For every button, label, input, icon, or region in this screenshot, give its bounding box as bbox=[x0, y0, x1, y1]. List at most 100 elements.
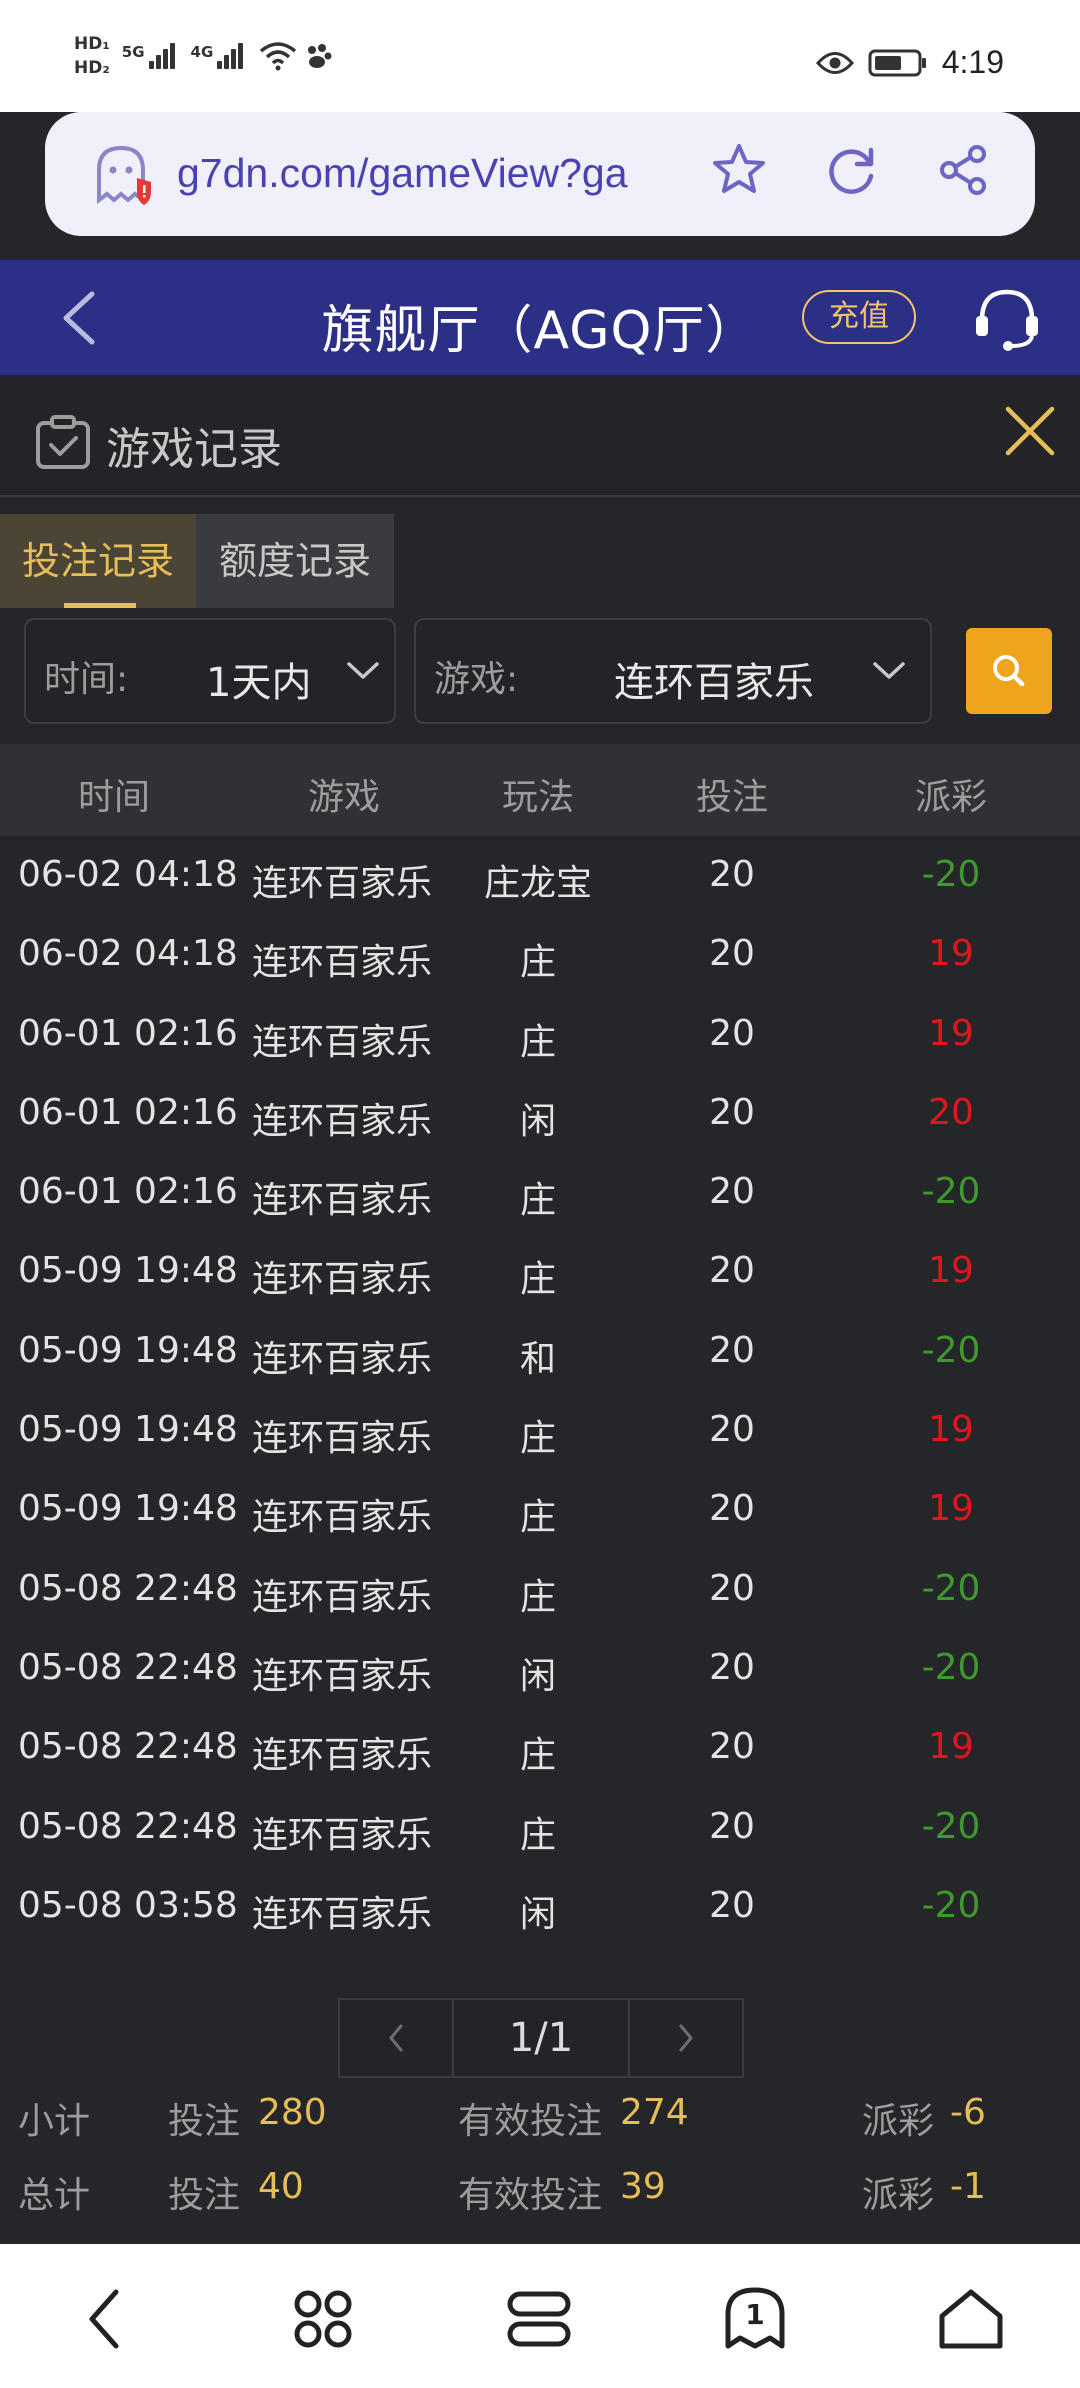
cell-play: 和 bbox=[519, 1338, 557, 1380]
cell-play: 庄 bbox=[519, 1497, 557, 1539]
battery-icon bbox=[868, 49, 926, 76]
search-button[interactable] bbox=[966, 628, 1052, 714]
cell-payout: -20 bbox=[921, 1646, 981, 1688]
star-icon[interactable] bbox=[709, 140, 769, 200]
game-filter-label: 游戏: bbox=[434, 659, 519, 700]
table-row: 05-08 22:48 连环百家乐 庄 20 -20 bbox=[0, 1550, 1080, 1629]
cell-game: 连环百家乐 bbox=[252, 1100, 433, 1142]
cell-time: 06-01 02:16 bbox=[18, 1012, 238, 1054]
nav-apps-icon[interactable] bbox=[288, 2284, 358, 2354]
cell-payout: 19 bbox=[928, 1726, 974, 1768]
table-row: 05-08 22:48 连环百家乐 闲 20 -20 bbox=[0, 1629, 1080, 1708]
paw-icon bbox=[308, 44, 332, 68]
cell-payout: 19 bbox=[928, 1012, 974, 1054]
column-bet: 投注 bbox=[696, 777, 769, 818]
status-bar: HD₁ HD₂ 5G 4G 4:19 bbox=[0, 0, 1080, 112]
total-bet-label: 投注 bbox=[168, 2175, 241, 2216]
table-row: 06-02 04:18 连环百家乐 庄龙宝 20 -20 bbox=[0, 836, 1080, 915]
cell-payout: 19 bbox=[928, 933, 974, 975]
table-row: 05-08 22:48 连环百家乐 庄 20 -20 bbox=[0, 1788, 1080, 1867]
cell-payout: 19 bbox=[928, 1488, 974, 1530]
cell-time: 05-08 22:48 bbox=[18, 1726, 238, 1768]
wifi-icon bbox=[260, 42, 297, 71]
cell-game: 连环百家乐 bbox=[252, 1338, 433, 1380]
close-icon[interactable] bbox=[1000, 401, 1060, 461]
nav-home-icon[interactable] bbox=[936, 2284, 1006, 2354]
table-row: 06-01 02:16 连环百家乐 庄 20 -20 bbox=[0, 1153, 1080, 1232]
cell-time: 05-09 19:48 bbox=[18, 1250, 238, 1292]
cell-play: 庄 bbox=[519, 1814, 557, 1856]
tab-count: 1 bbox=[745, 2298, 765, 2331]
cell-game: 连环百家乐 bbox=[252, 1735, 433, 1777]
tab-bet-records[interactable]: 投注记录 bbox=[0, 514, 196, 608]
cell-game: 连环百家乐 bbox=[252, 942, 433, 984]
next-page-button[interactable] bbox=[628, 1998, 744, 2078]
chevron-down-icon bbox=[873, 662, 905, 679]
signal-5g-icon: 5G bbox=[122, 43, 175, 69]
table-row: 06-01 02:16 连环百家乐 闲 20 20 bbox=[0, 1074, 1080, 1153]
net2-label: 4G bbox=[190, 43, 214, 61]
cell-bet: 20 bbox=[709, 1567, 755, 1609]
column-time: 时间 bbox=[78, 777, 151, 818]
table-row: 05-08 22:48 连环百家乐 庄 20 19 bbox=[0, 1708, 1080, 1787]
column-game: 游戏 bbox=[308, 777, 381, 818]
table-row: 06-02 04:18 连环百家乐 庄 20 19 bbox=[0, 915, 1080, 994]
cell-play: 庄龙宝 bbox=[483, 863, 593, 904]
cell-game: 连环百家乐 bbox=[252, 1259, 433, 1301]
refresh-icon[interactable] bbox=[821, 140, 881, 200]
records-panel-header: 游戏记录 bbox=[0, 375, 1080, 497]
time-filter-value: 1天内 bbox=[206, 660, 312, 706]
table-row: 05-09 19:48 连环百家乐 庄 20 19 bbox=[0, 1232, 1080, 1311]
tab-credit-records[interactable]: 额度记录 bbox=[196, 514, 394, 608]
nav-back-icon[interactable] bbox=[72, 2284, 142, 2354]
panel-title: 游戏记录 bbox=[106, 424, 282, 475]
cell-bet: 20 bbox=[709, 1012, 755, 1054]
hd1-label: HD₁ bbox=[74, 34, 110, 54]
share-icon[interactable] bbox=[933, 140, 993, 200]
cell-payout: -20 bbox=[921, 854, 981, 895]
cell-time: 05-09 19:48 bbox=[18, 1329, 238, 1371]
nav-menu-icon[interactable] bbox=[504, 2284, 574, 2354]
subtotal-label: 小计 bbox=[18, 2101, 91, 2142]
cell-time: 05-08 22:48 bbox=[18, 1646, 238, 1688]
subtotal-payout-label: 派彩 bbox=[862, 2101, 935, 2142]
cell-game: 连环百家乐 bbox=[252, 1576, 433, 1618]
table-row: 05-08 03:58 连环百家乐 闲 20 -20 bbox=[0, 1867, 1080, 1946]
cell-play: 庄 bbox=[519, 1418, 557, 1460]
cell-game: 连环百家乐 bbox=[252, 863, 433, 904]
time-filter-label: 时间: bbox=[44, 659, 129, 700]
game-filter-select[interactable]: 游戏: 连环百家乐 bbox=[414, 618, 932, 724]
cell-play: 闲 bbox=[519, 1100, 557, 1142]
cell-bet: 20 bbox=[709, 1646, 755, 1688]
prev-page-button[interactable] bbox=[338, 1998, 454, 2078]
status-icons-right: 4:19 bbox=[815, 44, 1004, 81]
cell-bet: 20 bbox=[709, 1726, 755, 1768]
cell-payout: 20 bbox=[928, 1091, 974, 1133]
time-filter-select[interactable]: 时间: 1天内 bbox=[24, 618, 396, 724]
cell-time: 05-08 22:48 bbox=[18, 1805, 238, 1847]
records-table-body: 06-02 04:18 连环百家乐 庄龙宝 20 -20 06-02 04:18 连环百家乐… bbox=[0, 836, 1080, 1946]
address-bar[interactable]: g7dn.com/gameView?ga bbox=[45, 112, 1035, 236]
subtotal-payout-value: -6 bbox=[950, 2092, 986, 2133]
nav-tabs-button[interactable]: 1 bbox=[720, 2284, 790, 2354]
cell-time: 06-02 04:18 bbox=[18, 854, 238, 895]
cell-game: 连环百家乐 bbox=[252, 1180, 433, 1222]
cell-payout: -20 bbox=[921, 1805, 981, 1847]
hd2-label: HD₂ bbox=[74, 58, 110, 78]
cell-game: 连环百家乐 bbox=[252, 1893, 433, 1935]
cell-play: 庄 bbox=[519, 1259, 557, 1301]
hd-indicators: HD₁ HD₂ bbox=[74, 34, 110, 78]
cell-bet: 20 bbox=[709, 1409, 755, 1451]
record-tabs: 投注记录 额度记录 bbox=[0, 514, 394, 608]
customer-service-icon[interactable] bbox=[970, 282, 1044, 356]
cell-bet: 20 bbox=[709, 933, 755, 975]
cell-play: 庄 bbox=[519, 1735, 557, 1777]
subtotal-valid-value: 274 bbox=[620, 2092, 689, 2133]
table-row: 06-01 02:16 连环百家乐 庄 20 19 bbox=[0, 995, 1080, 1074]
recharge-button[interactable]: 充值 bbox=[802, 290, 916, 344]
cell-payout: -20 bbox=[921, 1884, 981, 1926]
cell-time: 06-01 02:16 bbox=[18, 1171, 238, 1213]
cell-bet: 20 bbox=[709, 1329, 755, 1371]
cell-play: 庄 bbox=[519, 1021, 557, 1063]
url-text[interactable]: g7dn.com/gameView?ga bbox=[177, 150, 628, 197]
